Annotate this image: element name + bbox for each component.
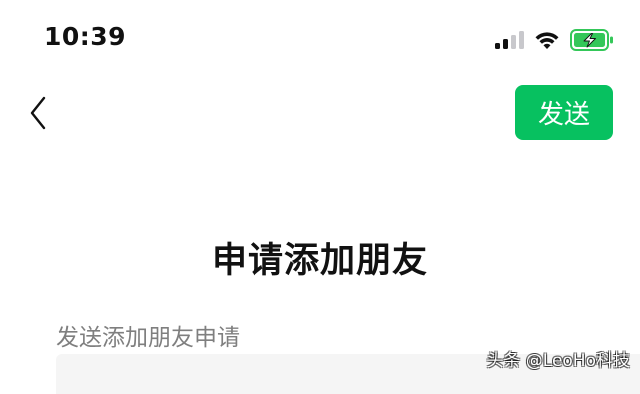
signal-bar — [495, 43, 500, 49]
chevron-left-icon — [30, 96, 46, 130]
message-label: 发送添加朋友申请 — [56, 325, 240, 351]
signal-bar — [519, 31, 524, 49]
back-button[interactable] — [20, 92, 56, 134]
wifi-icon — [535, 32, 559, 49]
page-title: 申请添加朋友 — [211, 241, 428, 281]
status-time: 10:39 — [44, 22, 127, 51]
battery-charging-icon — [570, 29, 613, 51]
status-icons — [495, 28, 614, 52]
signal-bar — [511, 35, 516, 49]
status-bar: 10:39 — [0, 0, 640, 78]
watermark: 头条 @LeoHo科技 — [486, 351, 630, 371]
send-button[interactable]: 发送 — [515, 85, 613, 140]
signal-bar — [503, 39, 508, 49]
cellular-signal-icon — [495, 31, 524, 49]
